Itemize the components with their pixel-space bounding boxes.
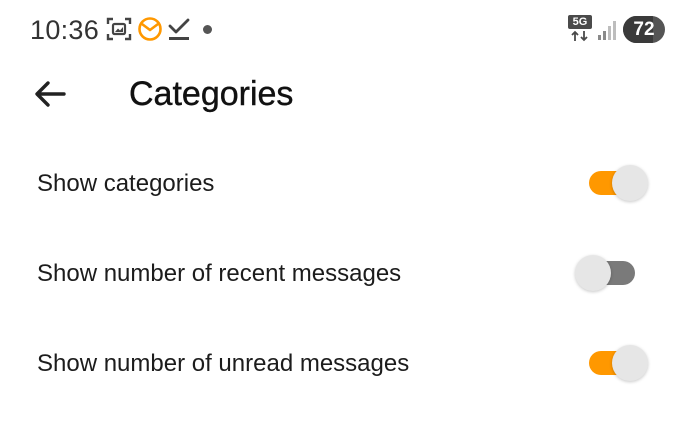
setting-label: Show categories xyxy=(37,170,215,197)
notification-dot-icon xyxy=(203,25,212,34)
signal-icon xyxy=(598,21,616,40)
battery-icon: 72 xyxy=(623,16,665,43)
download-done-icon xyxy=(168,18,190,40)
show-unread-count-switch[interactable] xyxy=(589,345,655,381)
switch-thumb xyxy=(575,255,611,291)
switch-thumb xyxy=(612,165,648,201)
mail-app-icon xyxy=(138,17,162,41)
status-time: 10:36 xyxy=(30,15,100,45)
setting-label: Show number of unread messages xyxy=(37,350,410,377)
switch-thumb xyxy=(612,345,648,381)
5g-icon: 5G xyxy=(568,15,592,43)
setting-label: Show number of recent messages xyxy=(37,260,402,287)
status-bar: 10:36 5G 72 xyxy=(0,0,690,60)
page-title: Categories xyxy=(129,75,294,113)
battery-level: 72 xyxy=(633,19,655,40)
setting-row-show-recent-count[interactable]: Show number of recent messages xyxy=(0,233,690,313)
setting-row-show-unread-count[interactable]: Show number of unread messages xyxy=(0,323,690,403)
data-activity-icon xyxy=(571,30,588,42)
screenshot-icon xyxy=(106,17,132,41)
setting-row-show-categories[interactable]: Show categories xyxy=(0,143,690,223)
show-recent-count-switch[interactable] xyxy=(575,255,641,291)
back-button[interactable] xyxy=(26,68,76,118)
show-categories-switch[interactable] xyxy=(589,165,655,201)
arrow-left-icon xyxy=(35,81,66,107)
